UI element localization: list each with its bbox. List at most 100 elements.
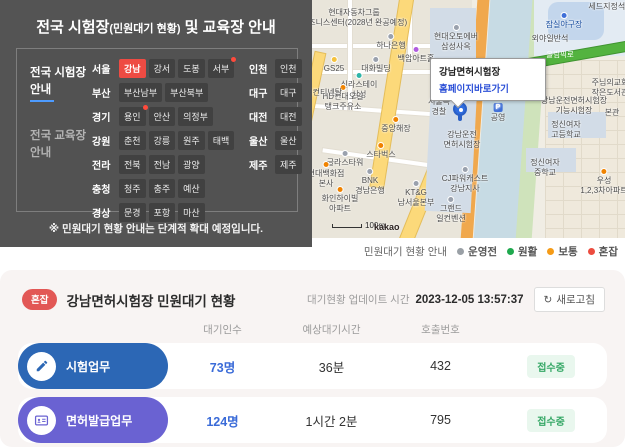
call-number: 795 [386, 413, 495, 427]
region-selector-box: 전국 시험장 안내전국 교육장 안내 서울강남강서도봉서부인천인천부산부산남부부… [16, 48, 298, 212]
service-pill-시험업무[interactable]: 시험업무 [18, 343, 168, 389]
status-title: 강남면허시험장 민원대기 현황 [66, 290, 235, 310]
panel-footer-note: ※ 민원대기 현황 안내는 단계적 확대 예정입니다. [0, 221, 312, 236]
region-button-부산남부[interactable]: 부산남부 [119, 83, 162, 102]
service-row-시험업무: 시험업무73명36분432 접수중 [18, 343, 607, 389]
region-group-label: 경상 [92, 205, 119, 220]
map-label-공영: P공영 [491, 103, 506, 123]
region-button-강남[interactable]: 강남 [119, 59, 146, 78]
region-button-전북[interactable]: 전북 [119, 155, 146, 174]
legend-dot-icon [457, 248, 464, 255]
refresh-label: 새로고침 [556, 292, 595, 307]
region-button-의정부[interactable]: 의정부 [178, 107, 213, 126]
call-number: 432 [386, 359, 495, 373]
waiting-count: 73명 [168, 357, 277, 376]
region-button-group: 용인안산의정부 [119, 107, 245, 126]
poi-dot-icon [331, 56, 338, 63]
region-button-울산[interactable]: 울산 [275, 131, 302, 150]
poi-dot-icon [323, 161, 330, 168]
estimated-wait-time: 1시간 2분 [277, 411, 386, 430]
update-time-label: 대기현황 업데이트 시간 [307, 292, 409, 307]
region-button-충주[interactable]: 충주 [149, 179, 176, 198]
region-button-태백[interactable]: 태백 [208, 131, 235, 150]
map-label-우성: 우성1,2,3차아파트 [580, 168, 625, 195]
map-label-세드지정석2: 세드지정석2 [588, 2, 625, 12]
region-button-광양[interactable]: 광양 [178, 155, 205, 174]
refresh-icon: ↻ [544, 294, 553, 306]
update-time-value: 2023-12-05 13:57:37 [415, 294, 523, 306]
region-button-춘천[interactable]: 춘천 [119, 131, 146, 150]
panel-tabs: 전국 시험장 안내전국 교육장 안내 [17, 49, 90, 211]
legend-item-label: 운영전 [468, 244, 497, 259]
region-button-grid: 서울강남강서도봉서부인천인천부산부산남부부산북부대구대구경기용인안산의정부대전대… [90, 49, 306, 211]
panel-title-rest: 및 교육장 안내 [180, 19, 275, 36]
legend-item-혼잡: 혼잡 [588, 244, 618, 259]
national-exam-sites-panel: 전국 시험장(민원대기 현황) 및 교육장 안내 전국 시험장 안내전국 교육장… [0, 0, 312, 247]
region-group-label: 대전 [249, 109, 275, 124]
map-label-화인하이빌: 화인하이빌아파트 [322, 186, 359, 213]
map-label-올림픽로: 올림픽로 [546, 50, 574, 59]
service-row-면허발급업무: 면허발급업무124명1시간 2분795접수중 [18, 397, 607, 443]
panel-tab-label: 전국 시험장 안내 [30, 65, 90, 98]
region-button-포항[interactable]: 포항 [149, 203, 176, 222]
region-button-서부[interactable]: 서부 [208, 59, 235, 78]
refresh-button[interactable]: ↻ 새로고침 [534, 287, 605, 312]
active-tab-underline-icon [30, 100, 54, 102]
poi-dot-icon [337, 186, 344, 193]
region-button-안산[interactable]: 안산 [149, 107, 176, 126]
region-button-문경[interactable]: 문경 [119, 203, 146, 222]
map-label-주님의교회: 주님의교회작은도서관 [592, 78, 625, 97]
region-button-group: 춘천강릉원주태백 [119, 131, 245, 150]
poi-dot-icon [356, 72, 363, 79]
legend-dot-icon [507, 248, 514, 255]
map-label-GS25: GS25 [324, 56, 344, 74]
service-pill-면허발급업무[interactable]: 면허발급업무 [18, 397, 168, 443]
panel-tab-edu-sites[interactable]: 전국 교육장 안내 [30, 128, 90, 161]
map-info-popup: 강남면허시험장 홈페이지바로가기 [430, 58, 546, 101]
map-label-현대자동차그룹: 현대자동차그룹비즈니스센터(2028년 완공예정) [312, 8, 407, 27]
map-label-KT&G: KT&G남서울본부 [398, 180, 435, 207]
region-button-제주[interactable]: 제주 [275, 155, 302, 174]
region-button-강서[interactable]: 강서 [149, 59, 176, 78]
region-button-대전[interactable]: 대전 [275, 107, 302, 126]
receiving-status-badge: 접수중 [527, 409, 575, 432]
region-group-label: 충청 [92, 181, 119, 196]
region-group-label: 강원 [92, 133, 119, 148]
service-name-label: 면허발급업무 [66, 412, 132, 429]
region-button-마산[interactable]: 마산 [178, 203, 205, 222]
region-row: 서울강남강서도봉서부인천인천 [92, 59, 302, 78]
map-label-정신여자: 정신여자중학교 [530, 158, 559, 177]
region-button-대구[interactable]: 대구 [275, 83, 302, 102]
region-button-강릉[interactable]: 강릉 [149, 131, 176, 150]
map-label-강남운전: 강남운전면허시험장 [444, 130, 481, 149]
legend-item-보통: 보통 [547, 244, 577, 259]
pencil-icon [27, 352, 56, 381]
panel-tab-exam-sites[interactable]: 전국 시험장 안내 [30, 65, 90, 102]
region-button-전남[interactable]: 전남 [149, 155, 176, 174]
congestion-dot-icon [231, 57, 236, 62]
region-row: 경상문경포항마산 [92, 203, 302, 222]
estimated-wait-time: 36분 [277, 357, 386, 376]
map-label-대화빌딩: 대화빌딩 [361, 56, 390, 74]
receiving-status-badge: 접수중 [527, 355, 575, 378]
map-label-본관: 본관 [605, 108, 620, 118]
map-label-외야일반석: 외야일반석 [532, 34, 569, 44]
map-label-중앙해장: 중앙해장 [381, 116, 410, 134]
poi-dot-icon [342, 150, 349, 157]
region-button-원주[interactable]: 원주 [178, 131, 205, 150]
popup-homepage-link[interactable]: 홈페이지바로가기 [439, 81, 537, 95]
region-button-group: 부산남부부산북부 [119, 83, 245, 102]
region-button-부산북부[interactable]: 부산북부 [165, 83, 208, 102]
region-button-도봉[interactable]: 도봉 [178, 59, 205, 78]
kakao-map[interactable]: 현대자동차그룹비즈니스센터(2028년 완공예정)하나은행대화빌딩GS25신라스… [312, 0, 625, 238]
region-button-용인[interactable]: 용인 [119, 107, 146, 126]
poi-dot-icon [392, 116, 399, 123]
legend-label: 민원대기 현황 안내 [364, 244, 447, 259]
region-button-인천[interactable]: 인천 [275, 59, 302, 78]
congestion-badge: 혼잡 [22, 289, 57, 310]
region-button-청주[interactable]: 청주 [119, 179, 146, 198]
legend-item-label: 보통 [558, 244, 577, 259]
column-header-호출번호: 호출번호 [386, 322, 495, 337]
poi-dot-icon [447, 196, 454, 203]
region-button-예산[interactable]: 예산 [178, 179, 205, 198]
